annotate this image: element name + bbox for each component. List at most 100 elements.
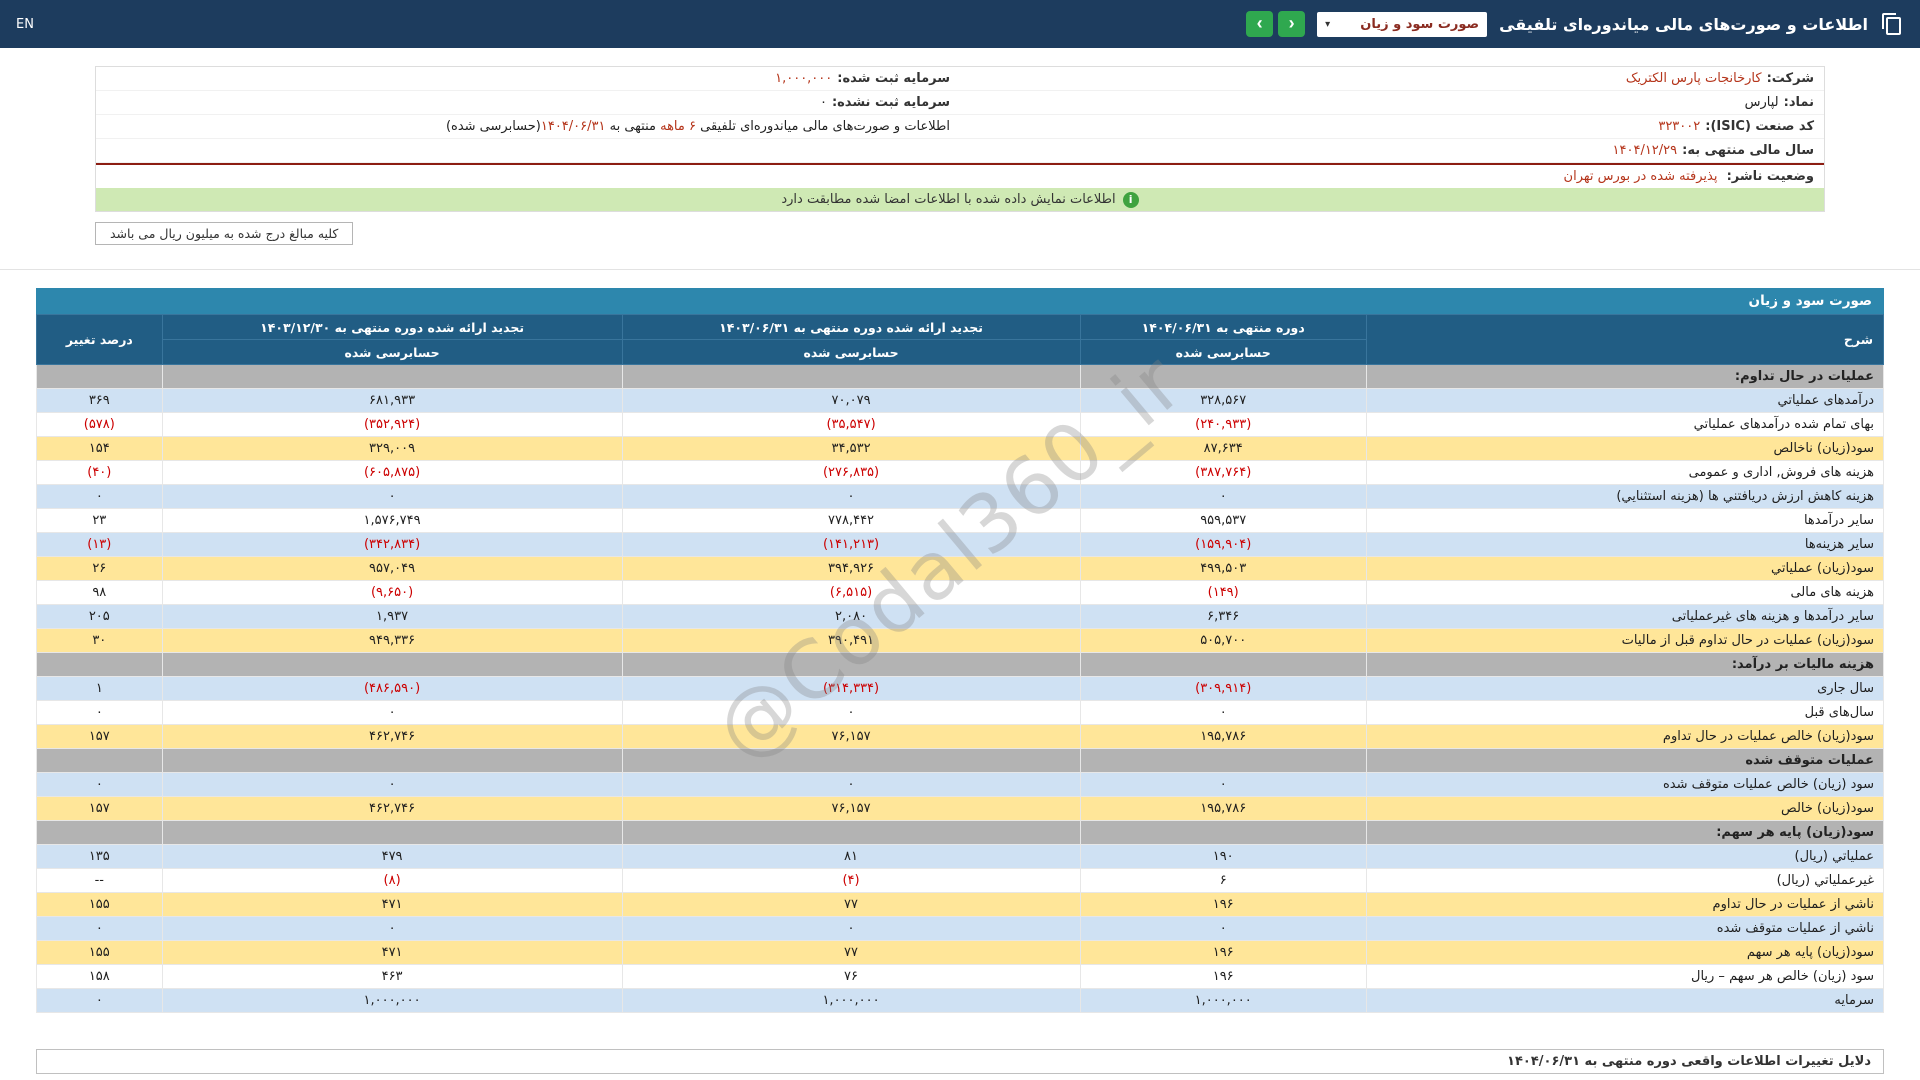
table-row: عملیات متوقف شده [37,749,1884,773]
info-value: ۱۴۰۴/۱۲/۲۹ [1613,143,1678,158]
row-value: ۹۴۹,۳۳۶ [162,629,622,653]
row-label: سود(زیان) عملیات در حال تداوم قبل از مال… [1366,629,1883,653]
table-row: ناشي از عملیات در حال تداوم۱۹۶۷۷۴۷۱۱۵۵ [37,893,1884,917]
info-grid: شرکت:کارخانجات پارس الکتریکسرمایه ثبت شد… [96,67,1824,163]
table-row: سال جاری(۳۰۹,۹۱۴)(۳۱۴,۳۳۴)(۴۸۶,۵۹۰)۱ [37,677,1884,701]
row-value: ۱۵۵ [37,941,163,965]
row-value: ۶ [1080,869,1366,893]
row-value [622,821,1080,845]
row-value: (۹,۶۵۰) [162,581,622,605]
row-value: ۲۳ [37,509,163,533]
row-value [162,653,622,677]
table-row: سود(زیان) پایه هر سهم۱۹۶۷۷۴۷۱۱۵۵ [37,941,1884,965]
row-label: سود(زیان) ناخالص [1366,437,1883,461]
row-value: ۴۷۱ [162,941,622,965]
col-header-period-current: دوره منتهی به ۱۴۰۴/۰۶/۳۱ [1080,315,1366,340]
table-row: سود(زیان) عملیات در حال تداوم قبل از مال… [37,629,1884,653]
row-value: ۵۰۵,۷۰۰ [1080,629,1366,653]
table-row: سود(زیان) ناخالص۸۷,۶۳۴۳۴,۵۳۲۳۲۹,۰۰۹۱۵۴ [37,437,1884,461]
row-label: عملیات متوقف شده [1366,749,1883,773]
row-value: ۳۶۹ [37,389,163,413]
profit-loss-table: شرح دوره منتهی به ۱۴۰۴/۰۶/۳۱ تجدید ارائه… [36,314,1884,1013]
row-label: غیرعملیاتي (ریال) [1366,869,1883,893]
table-row: سود(زیان) خالص عملیات در حال تداوم۱۹۵,۷۸… [37,725,1884,749]
info-value: ۶ ماهه [660,119,696,134]
row-value: ۱,۰۰۰,۰۰۰ [162,989,622,1013]
page-title: اطلاعات و صورت‌های مالی میاندوره‌ای تلفی… [1499,15,1868,34]
company-info-block: شرکت:کارخانجات پارس الکتریکسرمایه ثبت شد… [95,66,1825,212]
row-label: سایر هزینه‌ها [1366,533,1883,557]
row-value: (۳۰۹,۹۱۴) [1080,677,1366,701]
row-value: ۰ [622,917,1080,941]
info-value: (حسابرسی شده) [446,119,541,134]
row-value: ۹۸ [37,581,163,605]
row-label: سرمایه [1366,989,1883,1013]
info-label: سرمایه ثبت شده: [837,71,950,86]
statement-select[interactable]: صورت سود و زیان ▾ [1317,12,1487,37]
row-value: (۳۸۷,۷۶۴) [1080,461,1366,485]
row-value: ۱۹۰ [1080,845,1366,869]
row-value: ۳۴,۵۳۲ [622,437,1080,461]
page: { "topbar": { "title": "اطلاعات و صورت‌ه… [0,0,1920,1080]
row-value: ۸۱ [622,845,1080,869]
row-label: سود (زیان) خالص هر سهم – ریال [1366,965,1883,989]
row-value [37,653,163,677]
col-header-description: شرح [1366,315,1883,365]
row-value: (۵۷۸) [37,413,163,437]
row-value [622,749,1080,773]
row-value: ۰ [162,485,622,509]
row-value: (۳۴۲,۸۳۴) [162,533,622,557]
info-value: اطلاعات و صورت‌های مالی میاندوره‌ای تلفی… [696,119,950,134]
row-value: ۰ [622,773,1080,797]
row-value: ۰ [37,917,163,941]
row-value: (۱۴۹) [1080,581,1366,605]
row-label: عملیات در حال تداوم: [1366,365,1883,389]
table-row: سود(زیان) خالص۱۹۵,۷۸۶۷۶,۱۵۷۴۶۲,۷۴۶۱۵۷ [37,797,1884,821]
row-value: (۳۱۴,۳۳۴) [622,677,1080,701]
row-value [37,365,163,389]
col-subheader-audited: حسابرسی شده [622,340,1080,365]
row-value: ۷۰,۰۷۹ [622,389,1080,413]
section-divider [0,269,1920,270]
language-toggle-en[interactable]: EN [16,17,34,32]
info-label: شرکت: [1767,71,1814,86]
table-row: سود(زیان) پایه هر سهم: [37,821,1884,845]
row-value: ۱,۰۰۰,۰۰۰ [1080,989,1366,1013]
row-value: ۱,۹۳۷ [162,605,622,629]
row-value: ۰ [1080,773,1366,797]
row-value: ۰ [162,773,622,797]
row-value: ۰ [622,485,1080,509]
row-value: ۴۶۲,۷۴۶ [162,797,622,821]
row-value: ۱۵۷ [37,797,163,821]
row-label: بهای تمام شده درآمدهای عملیاتي [1366,413,1883,437]
row-value [37,749,163,773]
table-row: هزینه مالیات بر درآمد: [37,653,1884,677]
table-row: هزینه کاهش ارزش دریافتني ها (هزینه استثن… [37,485,1884,509]
document-copy-icon[interactable] [1880,12,1904,36]
row-value: (۴۸۶,۵۹۰) [162,677,622,701]
table-row: بهای تمام شده درآمدهای عملیاتي(۲۴۰,۹۳۳)(… [37,413,1884,437]
prev-statement-button[interactable]: ‹ [1278,11,1305,37]
row-value: (۱۳) [37,533,163,557]
row-value: ۱۹۶ [1080,965,1366,989]
table-row: هزینه های مالی(۱۴۹)(۶,۵۱۵)(۹,۶۵۰)۹۸ [37,581,1884,605]
next-statement-button[interactable]: › [1246,11,1273,37]
col-subheader-audited: حسابرسی شده [1080,340,1366,365]
row-value: ۴۷۱ [162,893,622,917]
row-value: -- [37,869,163,893]
topbar-right-group: اطلاعات و صورت‌های مالی میاندوره‌ای تلفی… [1246,11,1904,37]
row-value: (۲۷۶,۸۳۵) [622,461,1080,485]
row-value: ۱۵۸ [37,965,163,989]
row-value: ۲۶ [37,557,163,581]
row-value: ۹۵۹,۵۳۷ [1080,509,1366,533]
row-label: سایر درآمدها و هزینه های غیرعملیاتی [1366,605,1883,629]
row-value: ۰ [1080,485,1366,509]
row-label: ناشي از عملیات متوقف شده [1366,917,1883,941]
row-value: (۴۰) [37,461,163,485]
row-value: ۱۹۶ [1080,941,1366,965]
info-cell: نماد:لپارس [960,91,1824,115]
info-value: ۱,۰۰۰,۰۰۰ [775,71,832,86]
row-value: ۱۹۶ [1080,893,1366,917]
row-label: سود(زیان) پایه هر سهم [1366,941,1883,965]
statement-select-value: صورت سود و زیان [1360,17,1479,32]
